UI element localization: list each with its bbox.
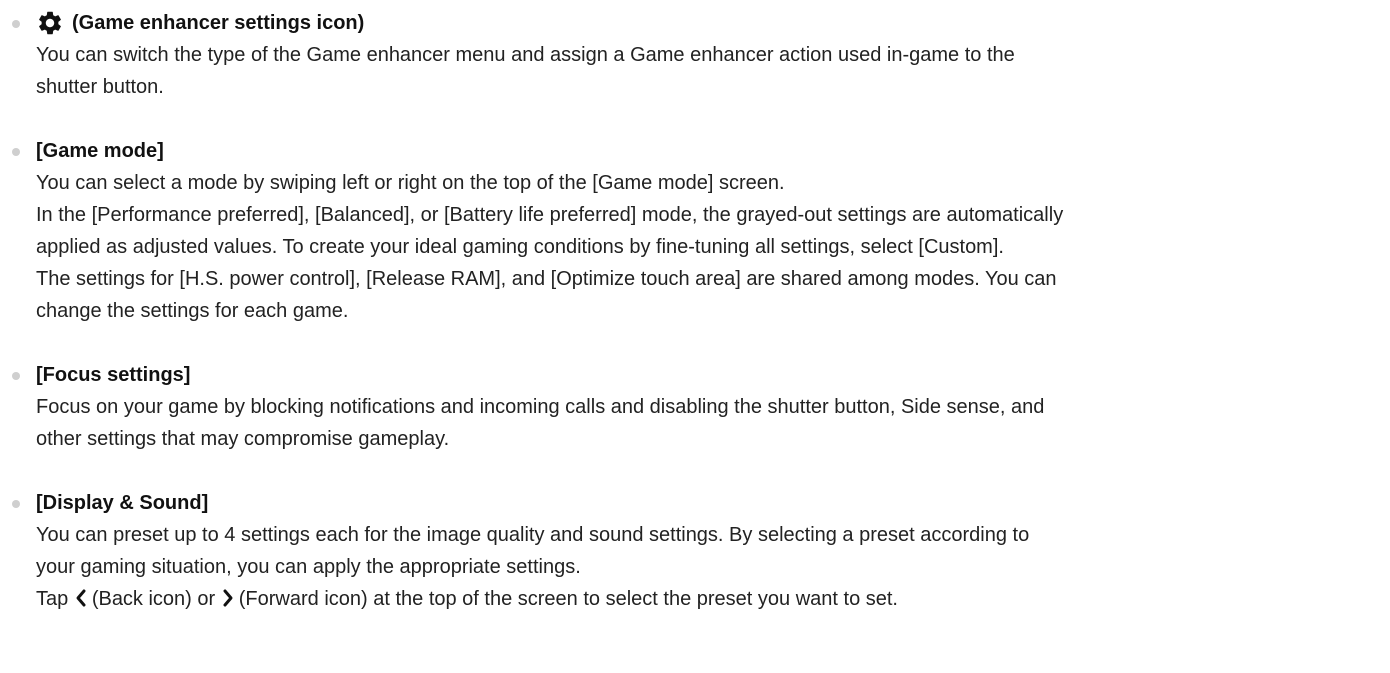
paragraph-line: You can select a mode by swiping left or… (36, 172, 785, 194)
bullet (12, 372, 20, 380)
item-title: [Game mode] (36, 140, 164, 162)
paragraph-line: shutter button. (36, 76, 164, 98)
gear-icon (39, 11, 61, 35)
list-item-focus-settings: [Focus settings] Focus on your game by b… (0, 359, 1390, 455)
settings-list: (Game enhancer settings icon) You can sw… (0, 0, 1390, 615)
forward-icon-text: (Forward icon) at the top of the screen … (238, 588, 898, 610)
item-heading: [Game mode] (36, 135, 1390, 167)
tap-prefix: Tap (36, 588, 69, 610)
paragraph-line: You can preset up to 4 settings each for… (36, 524, 1030, 546)
item-title: (Game enhancer settings icon) (72, 12, 365, 34)
paragraph-line: In the [Performance preferred], [Balance… (36, 204, 1064, 226)
chevron-right-icon (223, 589, 233, 607)
paragraph-line: The settings for [H.S. power control], [… (36, 268, 1057, 290)
bullet (12, 20, 20, 28)
paragraph-line: You can switch the type of the Game enha… (36, 44, 1015, 66)
list-item-game-enhancer-settings: (Game enhancer settings icon) You can sw… (0, 7, 1390, 103)
paragraph-line: Focus on your game by blocking notificat… (36, 396, 1045, 418)
tap-line: Tap (Back icon) or (Forward icon) at the… (36, 583, 1390, 615)
paragraph-line: change the settings for each game. (36, 300, 349, 322)
list-item-display-sound: [Display & Sound] You can preset up to 4… (0, 487, 1390, 615)
bullet (12, 148, 20, 156)
item-heading: (Game enhancer settings icon) (36, 7, 1390, 39)
paragraph-line: applied as adjusted values. To create yo… (36, 236, 1004, 258)
item-title: [Display & Sound] (36, 492, 209, 514)
bullet (12, 500, 20, 508)
list-item-game-mode: [Game mode] You can select a mode by swi… (0, 135, 1390, 327)
paragraph-line: your gaming situation, you can apply the… (36, 556, 581, 578)
back-icon-text: (Back icon) or (91, 588, 216, 610)
item-title: [Focus settings] (36, 364, 191, 386)
item-heading: [Display & Sound] (36, 487, 1390, 519)
chevron-left-icon (76, 589, 86, 607)
paragraph-line: other settings that may compromise gamep… (36, 428, 450, 450)
item-heading: [Focus settings] (36, 359, 1390, 391)
